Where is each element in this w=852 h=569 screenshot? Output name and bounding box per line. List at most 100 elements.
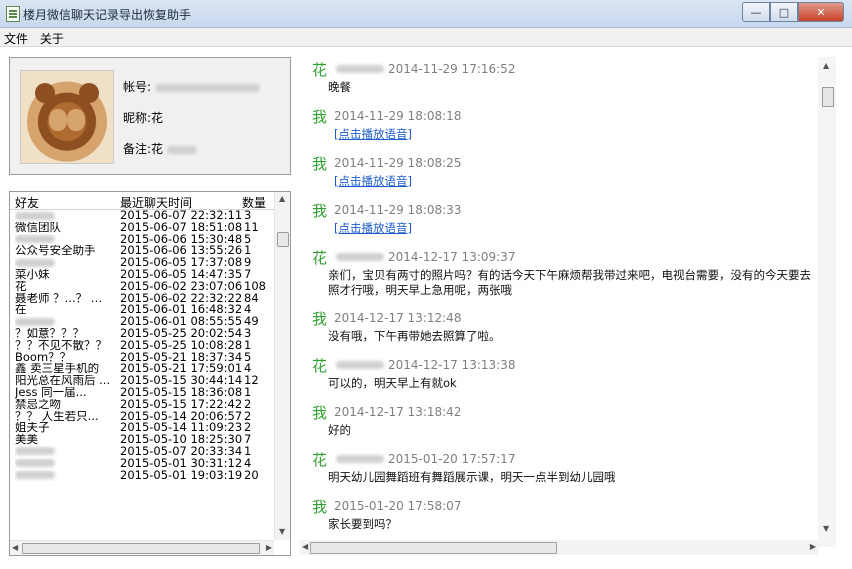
message-time: 2014-11-29 18:08:25 xyxy=(334,156,462,170)
scroll-right-icon[interactable]: ▶ xyxy=(810,542,816,551)
friend-last-time: 2015-05-07 20:33:34 xyxy=(120,445,243,458)
nickname-label: 昵称: xyxy=(123,111,152,125)
friend-count: 1 xyxy=(244,339,252,352)
close-button[interactable]: ✕ xyxy=(798,2,844,22)
avatar xyxy=(20,70,114,164)
friend-last-time: 2015-05-15 18:36:08 xyxy=(120,386,243,399)
friend-last-time: 2015-05-10 18:25:30 xyxy=(120,434,243,446)
scroll-down-icon[interactable]: ▼ xyxy=(823,524,829,533)
scroll-up-icon[interactable]: ▲ xyxy=(279,194,285,203)
friend-last-time: 2015-06-07 22:32:11 xyxy=(120,210,243,222)
scroll-down-icon[interactable]: ▼ xyxy=(279,527,285,536)
friend-row[interactable]: 2015-05-01 19:03:19 20 xyxy=(10,470,274,482)
friend-list[interactable]: 好友 最近聊天时间 数量 2015-06-07 22:32:11 3 微信团队 201… xyxy=(9,191,291,556)
hscroll-thumb[interactable] xyxy=(22,543,260,554)
friend-name: 鑫 卖三星手机的 xyxy=(15,363,100,376)
friend-last-time: 2015-05-25 10:08:28 xyxy=(120,339,243,352)
friend-last-time: 2015-05-15 30:44:14 xyxy=(120,375,243,387)
friend-row[interactable]: 阳光总在风雨后 ... 2015-05-15 30:44:14 12 xyxy=(10,375,274,387)
account-row: 帐号: xyxy=(123,78,261,95)
message-time: 2014-11-29 18:08:33 xyxy=(334,203,462,217)
name-redacted xyxy=(15,471,55,480)
message-sender: 花 xyxy=(312,451,328,469)
bear-paw-left xyxy=(49,109,67,131)
friend-row[interactable]: 聂老师 ？...？ … 2015-06-02 22:32:22 84 xyxy=(10,293,274,305)
voice-message-link[interactable]: [点击播放语音] xyxy=(334,221,824,236)
friend-row[interactable]: ？如意？？？ 2015-05-25 20:02:54 3 xyxy=(10,328,274,340)
friend-row[interactable]: Boom？？ 2015-05-21 18:37:34 5 xyxy=(10,352,274,364)
friend-name: 聂老师 ？...？ … xyxy=(15,292,103,305)
header-last-chat-time[interactable]: 最近聊天时间 xyxy=(120,194,192,211)
friend-list-vscrollbar[interactable]: ▲ ▼ xyxy=(274,192,290,540)
scroll-left-icon[interactable]: ◀ xyxy=(12,543,18,552)
friend-count: 49 xyxy=(244,316,259,328)
message-time: 2015-01-20 17:58:07 xyxy=(334,499,462,513)
friend-count: 7 xyxy=(244,434,252,446)
scroll-thumb[interactable] xyxy=(277,232,289,247)
minimize-button[interactable]: — xyxy=(742,2,770,22)
message-time: 2014-12-17 13:18:42 xyxy=(334,405,462,419)
chat-vscrollbar[interactable]: ▲ ▼ xyxy=(818,57,836,547)
friend-count: 4 xyxy=(244,304,252,317)
friend-row[interactable]: ？？ 人生若只... 2015-05-14 20:06:57 2 xyxy=(10,411,274,423)
voice-message-link[interactable]: [点击播放语音] xyxy=(334,127,824,142)
remark-label: 备注: xyxy=(123,142,152,156)
message-sender: 我 xyxy=(312,310,328,328)
friend-row[interactable]: 2015-06-01 08:55:55 49 xyxy=(10,316,274,328)
friend-count: 5 xyxy=(244,351,252,364)
message-sender: 花 xyxy=(312,249,328,267)
friend-name: 花 xyxy=(15,280,27,293)
friend-row[interactable]: 禁忌之吻 2015-05-15 17:22:42 2 xyxy=(10,399,274,411)
friend-row[interactable]: 2015-06-06 15:30:48 5 xyxy=(10,234,274,246)
message-sender: 我 xyxy=(312,108,328,126)
friend-list-hscrollbar[interactable]: ◀ ▶ xyxy=(10,540,274,555)
friend-row[interactable]: 2015-06-07 22:32:11 3 xyxy=(10,210,274,222)
friend-row[interactable]: ？？不见不散？？ 2015-05-25 10:08:28 1 xyxy=(10,340,274,352)
friend-row[interactable]: 微信团队 2015-06-07 18:51:08 11 xyxy=(10,222,274,234)
friend-row[interactable]: 花 2015-06-02 23:07:06 108 xyxy=(10,281,274,293)
message-header: 我 2014-11-29 18:08:25 xyxy=(300,153,820,173)
scroll-left-icon[interactable]: ◀ xyxy=(302,542,308,551)
message-sender: 我 xyxy=(312,155,328,173)
friend-name: ？？不见不散？？ xyxy=(15,339,107,352)
friend-count: 108 xyxy=(244,280,266,293)
message-body: 家长要到吗？ xyxy=(328,517,397,531)
message-body: 没有哦，下午再带她去照算了啦。 xyxy=(328,329,501,343)
friend-count: 2 xyxy=(244,410,252,423)
friend-row[interactable]: 姐夫子 2015-05-14 11:09:23 2 xyxy=(10,422,274,434)
voice-message-link[interactable]: [点击播放语音] xyxy=(334,174,824,189)
friend-row[interactable]: 2015-05-01 30:31:12 4 xyxy=(10,458,274,470)
menu-file[interactable]: 文件 xyxy=(0,28,32,49)
friend-row[interactable]: 在 2015-06-01 16:48:32 4 xyxy=(10,304,274,316)
friend-row[interactable]: 美美 2015-05-10 18:25:30 7 xyxy=(10,434,274,446)
friend-last-time: 2015-05-14 20:06:57 xyxy=(120,410,243,423)
scroll-up-icon[interactable]: ▲ xyxy=(823,61,829,70)
friend-row[interactable]: 公众号安全助手 2015-06-06 13:55:26 1 xyxy=(10,245,274,257)
header-friend[interactable]: 好友 xyxy=(15,194,39,211)
scroll-right-icon[interactable]: ▶ xyxy=(266,543,272,552)
friend-last-time: 2015-05-25 20:02:54 xyxy=(120,327,243,340)
chat-hscroll-thumb[interactable] xyxy=(310,542,557,554)
message-header: 我 2015-01-20 17:58:07 xyxy=(300,496,820,516)
friend-list-header: 好友 最近聊天时间 数量 xyxy=(10,192,274,210)
friend-name: Jess 同一届... xyxy=(15,386,87,399)
friend-last-time: 2015-05-01 30:31:12 xyxy=(120,457,243,470)
header-count[interactable]: 数量 xyxy=(242,194,266,211)
friend-row[interactable]: 鑫 卖三星手机的 2015-05-21 17:59:01 4 xyxy=(10,363,274,375)
friend-last-time: 2015-06-06 15:30:48 xyxy=(120,233,243,246)
friend-count: 7 xyxy=(244,268,252,281)
friend-row[interactable]: 2015-05-07 20:33:34 1 xyxy=(10,446,274,458)
message-sender: 花 xyxy=(312,61,328,79)
chat-scroll-thumb[interactable] xyxy=(822,87,834,107)
message-body: 晚餐 xyxy=(328,80,351,94)
friend-row[interactable]: 2015-06-05 17:37:08 9 xyxy=(10,257,274,269)
chat-log: 花 2014-11-29 17:16:52 晚餐我 2014-11-29 18:08:… xyxy=(300,57,836,545)
friend-count: 12 xyxy=(244,375,259,387)
chat-hscrollbar[interactable]: ◀ ▶ xyxy=(300,540,818,555)
menu-about[interactable]: 关于 xyxy=(36,28,68,49)
maximize-button[interactable]: □ xyxy=(770,2,798,22)
message-header: 花 2014-12-17 13:13:38 xyxy=(300,355,820,375)
friend-name: 公众号安全助手 xyxy=(15,245,96,258)
friend-row[interactable]: Jess 同一届... 2015-05-15 18:36:08 1 xyxy=(10,387,274,399)
friend-row[interactable]: 菜小妹 2015-06-05 14:47:35 7 xyxy=(10,269,274,281)
